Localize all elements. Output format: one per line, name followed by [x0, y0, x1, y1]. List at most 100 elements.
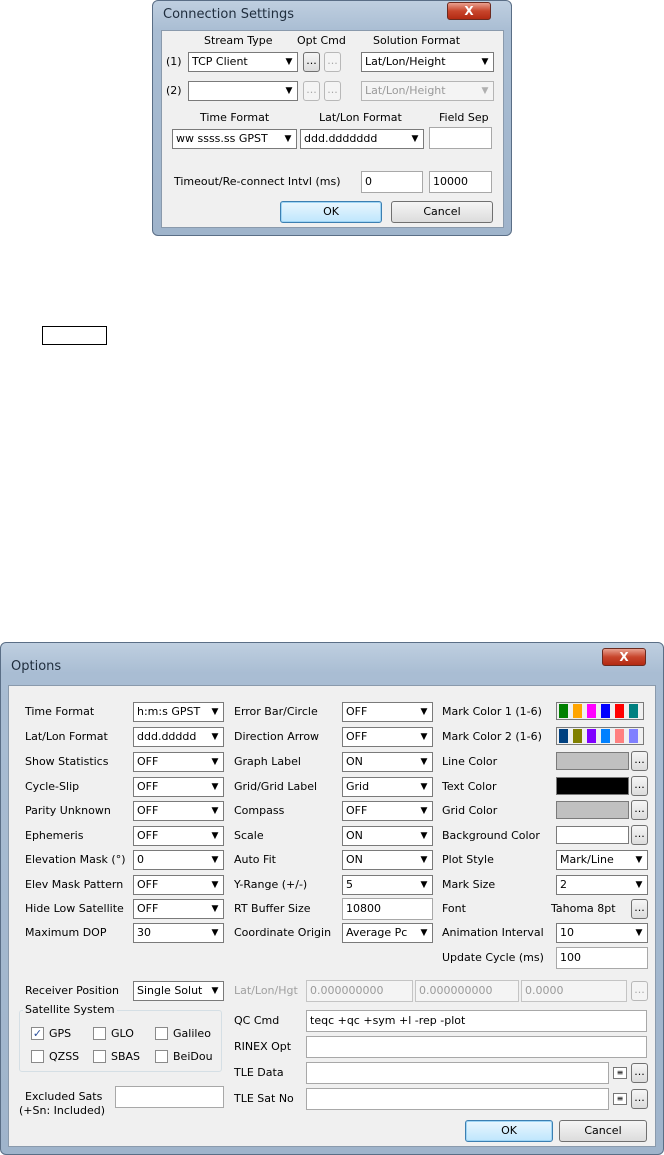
stream-type-1-select[interactable]: TCP Client ▼: [188, 52, 298, 72]
close-icon[interactable]: X: [602, 648, 646, 666]
elevation-mask-select[interactable]: 0 ▼: [133, 850, 224, 870]
excluded-sats-label: Excluded Sats: [25, 1090, 103, 1103]
line-color-swatch[interactable]: [556, 752, 629, 770]
background-color-swatch[interactable]: [556, 826, 629, 844]
direction-arrow-label: Direction Arrow: [234, 730, 320, 743]
grid-label-select[interactable]: Grid ▼: [342, 777, 433, 797]
text-color-button[interactable]: ...: [631, 776, 648, 796]
chevron-down-icon: ▼: [285, 57, 293, 67]
latitude-input[interactable]: 0.000000000: [306, 980, 413, 1002]
tle-data-button[interactable]: ...: [631, 1063, 648, 1083]
chevron-down-icon: ▼: [420, 782, 428, 792]
mark-size-select[interactable]: 2 ▼: [556, 875, 648, 895]
background-color-button[interactable]: ...: [631, 825, 648, 845]
chevron-down-icon: ▼: [420, 831, 428, 841]
y-range-select[interactable]: 5 ▼: [342, 875, 433, 895]
grid-color-button[interactable]: ...: [631, 800, 648, 820]
show-statistics-select[interactable]: OFF ▼: [133, 752, 224, 772]
plot-style-select[interactable]: Mark/Line ▼: [556, 850, 648, 870]
qzss-checkbox[interactable]: [31, 1050, 44, 1063]
latlon-format-select[interactable]: ddd.ddddd ▼: [133, 727, 224, 747]
mark-color-2-label: Mark Color 2 (1-6): [442, 730, 542, 743]
line-color-button[interactable]: ...: [631, 751, 648, 771]
font-button[interactable]: ...: [631, 899, 648, 919]
height-input[interactable]: 0.0000: [521, 980, 627, 1002]
error-bar-select[interactable]: OFF ▼: [342, 702, 433, 722]
field-sep-label: Field Sep: [439, 111, 489, 124]
mark-color-2-swatch[interactable]: [556, 727, 644, 745]
ephemeris-select[interactable]: OFF ▼: [133, 826, 224, 846]
glo-checkbox[interactable]: [93, 1027, 106, 1040]
direction-arrow-select[interactable]: OFF ▼: [342, 727, 433, 747]
chevron-down-icon: ▼: [420, 732, 428, 742]
parity-unknown-select[interactable]: OFF ▼: [133, 801, 224, 821]
beidou-checkbox[interactable]: [155, 1050, 168, 1063]
time-format-select[interactable]: ww ssss.ss GPST ▼: [172, 129, 297, 149]
latlon-format-label: Lat/Lon Format: [25, 730, 108, 743]
reconnect-interval-input[interactable]: 10000: [429, 171, 492, 193]
qc-cmd-label: QC Cmd: [234, 1014, 280, 1027]
compass-select[interactable]: OFF ▼: [342, 801, 433, 821]
field-sep-input[interactable]: [429, 127, 492, 149]
tle-data-view-icon[interactable]: ≡: [613, 1067, 627, 1079]
receiver-position-select[interactable]: Single Solut ▼: [133, 981, 224, 1001]
timeout-input[interactable]: 0: [361, 171, 423, 193]
rt-buffer-size-input[interactable]: 10800: [342, 898, 433, 920]
stream-2-settings-button[interactable]: ...: [303, 81, 320, 101]
plot-style-label: Plot Style: [442, 853, 494, 866]
tle-sat-no-input[interactable]: [306, 1088, 609, 1110]
ok-button[interactable]: OK: [280, 201, 382, 223]
row2-number: (2): [166, 84, 182, 97]
sbas-checkbox[interactable]: [93, 1050, 106, 1063]
chevron-down-icon: ▼: [284, 134, 292, 144]
stream-type-2-select[interactable]: ▼: [188, 81, 298, 101]
gps-checkbox[interactable]: ✓: [31, 1027, 44, 1040]
hide-low-satellite-label: Hide Low Satellite: [25, 902, 124, 915]
animation-interval-select[interactable]: 10 ▼: [556, 923, 648, 943]
stream-1-cmd-button[interactable]: ...: [324, 52, 341, 72]
text-color-swatch[interactable]: [556, 777, 629, 795]
time-format-select[interactable]: h:m:s GPST ▼: [133, 702, 224, 722]
longitude-input[interactable]: 0.000000000: [415, 980, 519, 1002]
color-chip: [601, 704, 610, 718]
scale-select[interactable]: ON ▼: [342, 826, 433, 846]
maximum-dop-select[interactable]: 30 ▼: [133, 923, 224, 943]
qc-cmd-input[interactable]: teqc +qc +sym +l -rep -plot: [306, 1010, 647, 1032]
cancel-button[interactable]: Cancel: [559, 1120, 647, 1142]
solution-format-1-select[interactable]: Lat/Lon/Height ▼: [361, 52, 494, 72]
header-opt-cmd: Opt Cmd: [297, 34, 346, 47]
auto-fit-select[interactable]: ON ▼: [342, 850, 433, 870]
chevron-down-icon: ▼: [211, 904, 219, 914]
grid-color-swatch[interactable]: [556, 801, 629, 819]
coordinate-origin-select[interactable]: Average Pc ▼: [342, 923, 433, 943]
update-cycle-input[interactable]: 100: [556, 947, 648, 969]
position-button[interactable]: ...: [631, 981, 648, 1001]
color-chip: [587, 704, 596, 718]
color-chip: [587, 729, 596, 743]
rinex-opt-input[interactable]: [306, 1036, 647, 1058]
stream-2-cmd-button[interactable]: ...: [324, 81, 341, 101]
mark-color-1-swatch[interactable]: [556, 702, 644, 720]
tle-sat-no-view-icon[interactable]: ≡: [613, 1093, 627, 1105]
stream-1-settings-button[interactable]: ...: [303, 52, 320, 72]
excluded-sats-input[interactable]: [115, 1086, 224, 1108]
ok-button[interactable]: OK: [465, 1120, 553, 1142]
text-color-label: Text Color: [442, 780, 497, 793]
cancel-button[interactable]: Cancel: [391, 201, 493, 223]
latlon-format-select[interactable]: ddd.ddddddd ▼: [300, 129, 424, 149]
cycle-slip-select[interactable]: OFF ▼: [133, 777, 224, 797]
tle-sat-no-button[interactable]: ...: [631, 1089, 648, 1109]
galileo-checkbox[interactable]: [155, 1027, 168, 1040]
chevron-down-icon: ▼: [211, 782, 219, 792]
close-icon[interactable]: X: [447, 2, 491, 20]
elev-mask-pattern-select[interactable]: OFF ▼: [133, 875, 224, 895]
excluded-sats-note: (+Sn: Included): [19, 1104, 105, 1117]
graph-label-select[interactable]: ON ▼: [342, 752, 433, 772]
connection-settings-title: Connection Settings: [163, 7, 295, 22]
solution-format-2-select[interactable]: Lat/Lon/Height ▼: [361, 81, 494, 101]
connection-settings-client: Stream Type Opt Cmd Solution Format (1) …: [161, 30, 504, 228]
chevron-down-icon: ▼: [420, 806, 428, 816]
chevron-down-icon: ▼: [285, 86, 293, 96]
hide-low-satellite-select[interactable]: OFF ▼: [133, 899, 224, 919]
tle-data-input[interactable]: [306, 1062, 609, 1084]
